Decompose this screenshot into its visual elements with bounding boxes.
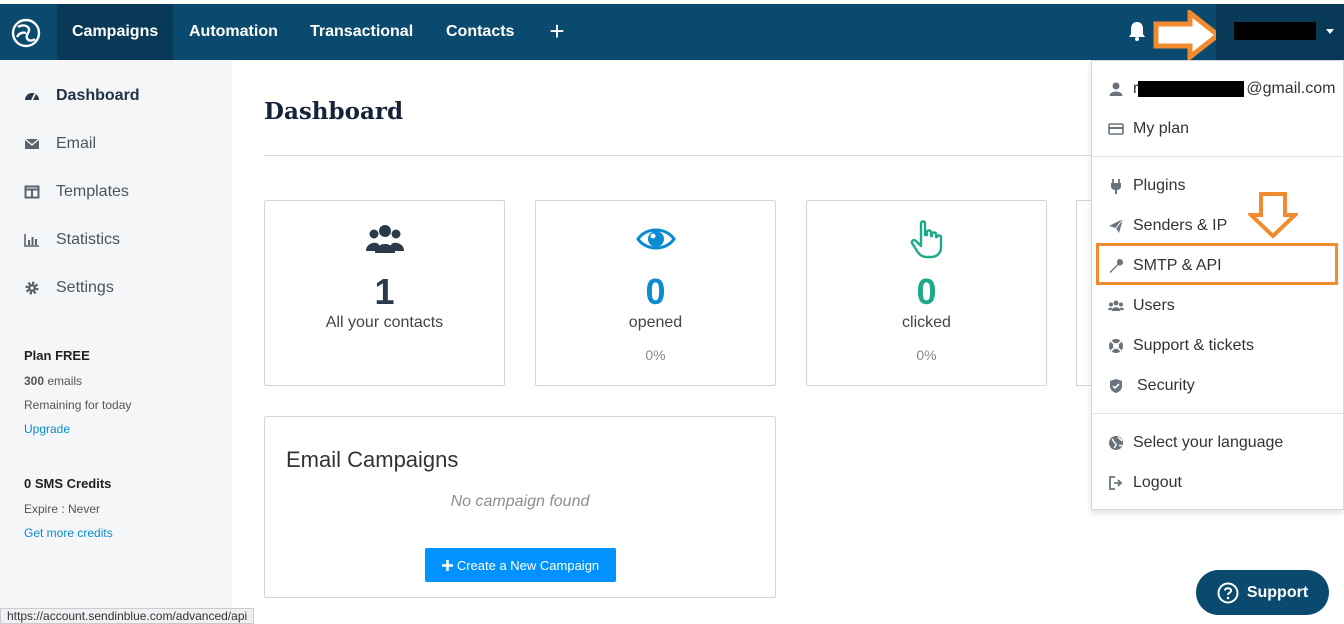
users-icon — [365, 225, 404, 253]
templates-icon — [24, 185, 40, 199]
envelope-icon — [24, 138, 40, 149]
top-navbar: Campaigns Automation Transactional Conta… — [0, 4, 1344, 60]
annotation-highlight-box — [1096, 243, 1338, 285]
globe-icon — [1109, 436, 1123, 450]
annotation-arrow-down-icon — [1248, 192, 1298, 239]
stat-label: All your contacts — [325, 314, 444, 331]
sidebar-item-label: Settings — [56, 279, 114, 296]
stat-percent: 0% — [916, 347, 937, 363]
dropdown-item-label: Support & tickets — [1133, 337, 1254, 354]
credit-card-icon — [1108, 123, 1124, 135]
caret-down-icon — [1326, 29, 1334, 34]
redacted-email — [1138, 81, 1245, 97]
sendinblue-logo-icon[interactable] — [10, 17, 42, 49]
sidebar-item-settings[interactable]: Settings — [24, 276, 114, 300]
help-circle-icon — [1217, 582, 1239, 603]
dropdown-item-my-plan[interactable]: My plan — [1108, 117, 1338, 141]
stat-value: 1 — [374, 271, 395, 312]
nav-automation[interactable]: Automation — [174, 4, 293, 60]
create-campaign-label: Create a New Campaign — [456, 557, 600, 573]
dropdown-item-logout[interactable]: Logout — [1108, 471, 1338, 495]
annotation-arrow-right-icon — [1153, 10, 1222, 60]
plug-icon — [1111, 179, 1121, 194]
page-title: Dashboard — [264, 98, 404, 125]
users-icon — [1108, 300, 1124, 311]
plus-icon — [441, 559, 453, 571]
sidebar-item-label: Templates — [56, 183, 129, 200]
dropdown-item-label: Plugins — [1133, 177, 1186, 194]
stat-card-clicked[interactable]: 0 clicked 0% — [806, 200, 1047, 386]
sms-expire: Expire : Never — [24, 502, 101, 516]
nav-transactional[interactable]: Transactional — [295, 4, 428, 60]
dropdown-account-email: r @gmail.com — [1108, 77, 1338, 101]
stat-label: opened — [628, 314, 683, 331]
plan-emails: 300 emails — [24, 374, 82, 388]
account-menu-button[interactable] — [1216, 4, 1344, 60]
pointer-hand-icon — [910, 220, 942, 259]
email-suffix: @gmail.com — [1246, 80, 1336, 97]
sms-credits-title: 0 SMS Credits — [24, 476, 112, 491]
nav-add-button[interactable]: + — [544, 4, 570, 60]
account-dropdown-menu: r @gmail.com My plan Plugins Senders & I… — [1091, 60, 1344, 510]
sidebar-item-templates[interactable]: Templates — [24, 180, 129, 204]
dropdown-item-senders-ip[interactable]: Senders & IP — [1108, 214, 1338, 238]
dropdown-item-language[interactable]: Select your language — [1108, 431, 1338, 455]
dropdown-item-users[interactable]: Users — [1108, 294, 1338, 318]
logout-icon — [1109, 476, 1123, 490]
dropdown-item-plugins[interactable]: Plugins — [1108, 174, 1338, 198]
sidebar-item-label: Email — [56, 135, 97, 152]
stat-label: clicked — [902, 314, 951, 331]
bell-icon[interactable] — [1126, 20, 1148, 42]
dropdown-item-label: Senders & IP — [1133, 217, 1228, 234]
stat-value: 0 — [645, 271, 666, 312]
dropdown-divider — [1092, 413, 1344, 414]
sidebar-item-label: Statistics — [56, 231, 121, 248]
paper-plane-icon — [1109, 218, 1124, 233]
dropdown-item-label: Logout — [1133, 474, 1182, 491]
dropdown-item-support-tickets[interactable]: Support & tickets — [1108, 334, 1338, 358]
support-button[interactable]: Support — [1196, 570, 1329, 615]
stat-card-contacts[interactable]: 1 All your contacts — [264, 200, 505, 386]
create-campaign-button[interactable]: Create a New Campaign — [425, 548, 616, 582]
plan-emails-label: emails — [47, 374, 83, 388]
upgrade-link[interactable]: Upgrade — [24, 422, 70, 436]
redacted-username — [1234, 22, 1316, 40]
stat-card-opened[interactable]: 0 opened 0% — [535, 200, 776, 386]
eye-icon — [635, 228, 676, 250]
get-more-credits-link[interactable]: Get more credits — [24, 526, 113, 540]
plan-remaining: Remaining for today — [24, 398, 132, 412]
sidebar-item-email[interactable]: Email — [24, 132, 96, 156]
dropdown-item-label: My plan — [1133, 120, 1190, 137]
stat-value: 0 — [916, 271, 937, 312]
sidebar-item-dashboard[interactable]: Dashboard — [24, 84, 140, 108]
lifebuoy-icon — [1109, 339, 1123, 353]
gear-icon — [25, 281, 39, 295]
sidebar: Dashboard Email Templates Statistics Set… — [0, 60, 232, 624]
browser-status-url: https://account.sendinblue.com/advanced/… — [0, 608, 255, 624]
shield-icon — [1110, 379, 1122, 393]
plan-title: Plan FREE — [24, 348, 90, 363]
dropdown-item-label: Select your language — [1133, 434, 1284, 451]
support-label: Support — [1246, 583, 1309, 601]
nav-contacts[interactable]: Contacts — [431, 4, 529, 60]
plan-emails-count: 300 — [24, 374, 45, 388]
dropdown-item-label: Security — [1137, 377, 1195, 394]
email-campaigns-card: Email Campaigns No campaign found Create… — [264, 416, 776, 598]
user-icon — [1109, 82, 1123, 96]
nav-campaigns[interactable]: Campaigns — [57, 4, 174, 60]
dashboard-icon — [25, 93, 39, 101]
sidebar-item-label: Dashboard — [56, 87, 140, 104]
sidebar-item-statistics[interactable]: Statistics — [24, 228, 120, 252]
empty-campaigns-message: No campaign found — [450, 493, 590, 510]
dropdown-item-security[interactable]: Security — [1108, 374, 1338, 398]
dropdown-divider — [1092, 156, 1344, 157]
email-campaigns-title: Email Campaigns — [286, 447, 459, 472]
dropdown-item-label: Users — [1133, 297, 1175, 314]
divider — [264, 155, 1092, 156]
stat-percent: 0% — [645, 347, 666, 363]
bar-chart-icon — [24, 234, 39, 247]
